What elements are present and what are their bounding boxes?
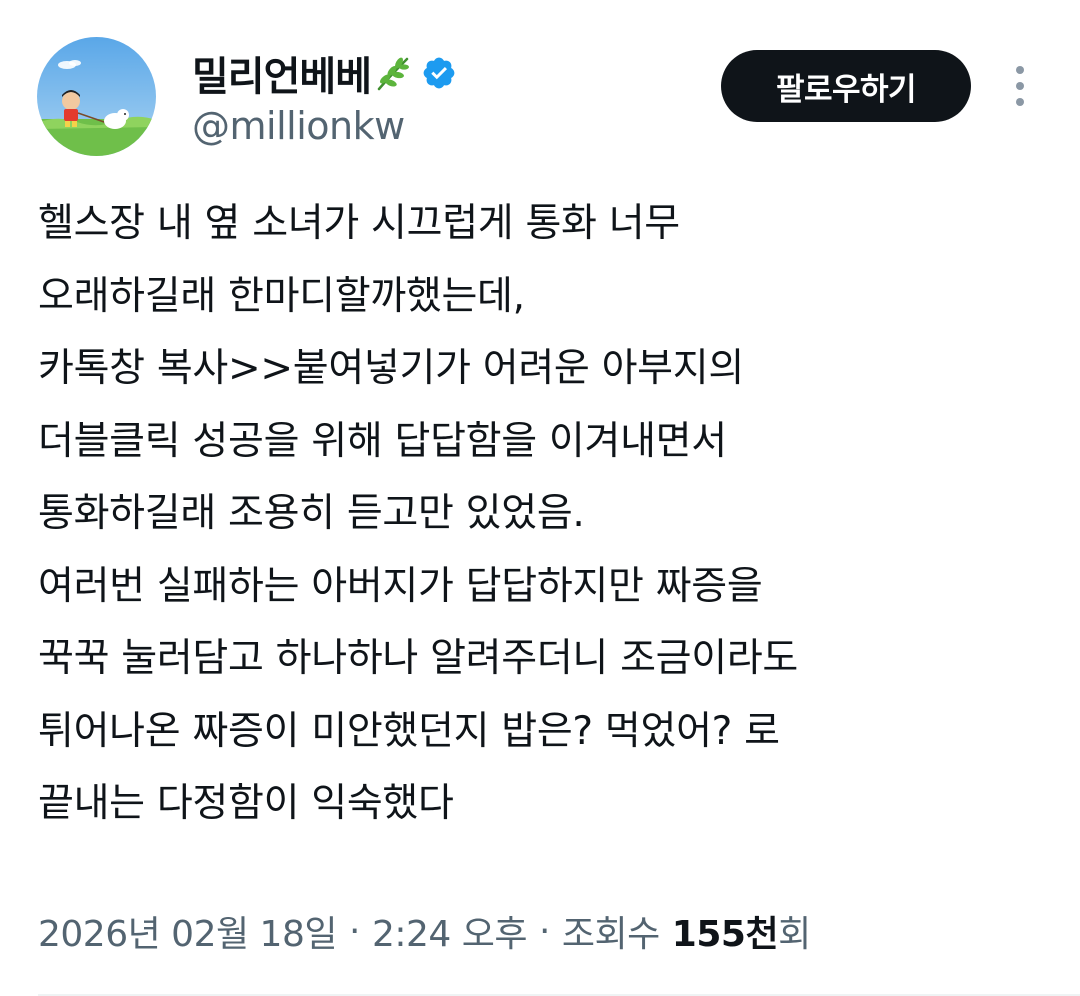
tweet-line: 헬스장 내 옆 소녀가 시끄럽게 통화 너무 <box>38 201 680 246</box>
verified-badge-icon[interactable] <box>421 55 457 91</box>
avatar-image <box>37 37 156 156</box>
more-dot <box>1016 66 1024 74</box>
more-dot <box>1016 98 1024 106</box>
tweet-line: 통화하길래 조용히 듣고만 있었음. <box>38 491 585 536</box>
user-handle[interactable]: @millionkw <box>192 104 405 148</box>
views-label: 조회수 <box>561 914 660 955</box>
display-name[interactable]: 밀리언베베 <box>192 44 372 102</box>
tweet-line: 더블클릭 성공을 위해 답답함을 이겨내면서 <box>38 418 727 464</box>
tweet-line: 꾹꾹 눌러담고 하나하나 알려주더니 조금이라도 <box>38 636 798 681</box>
tweet-date[interactable]: 2026년 02월 18일 <box>38 905 337 957</box>
tweet-line: 끝내는 다정함이 익숙했다 <box>38 781 454 826</box>
views-count[interactable]: 155천 <box>672 905 779 957</box>
herb-emoji-icon <box>373 53 413 93</box>
tweet-line: 카톡창 복사>>붙여넣기가 어려운 아부지의 <box>38 346 744 391</box>
more-vertical-icon[interactable] <box>1005 62 1035 110</box>
tweet-line: 오래하길래 한마디할까했는데, <box>38 273 525 319</box>
meta-separator: · <box>348 910 360 952</box>
more-dot <box>1016 82 1024 90</box>
tweet-line: 튀어나온 짜증이 미안했던지 밥은? 먹었어? 로 <box>38 708 780 754</box>
tweet-meta: 2026년 02월 18일 · 2:24 오후 · 조회수 155천 회 <box>38 903 811 959</box>
user-name-row[interactable]: 밀리언베베 <box>192 46 457 100</box>
views-suffix: 회 <box>778 914 811 955</box>
tweet-text: 헬스장 내 옆 소녀가 시끄럽게 통화 너무 오래하길래 한마디할까했는데, 카… <box>38 188 1058 841</box>
avatar[interactable] <box>37 37 156 156</box>
tweet-line: 여러번 실패하는 아버지가 답답하지만 짜증을 <box>38 563 763 609</box>
follow-button[interactable]: 팔로우하기 <box>721 50 971 122</box>
tweet-time[interactable]: 2:24 오후 <box>372 905 528 957</box>
meta-separator: · <box>538 910 550 952</box>
